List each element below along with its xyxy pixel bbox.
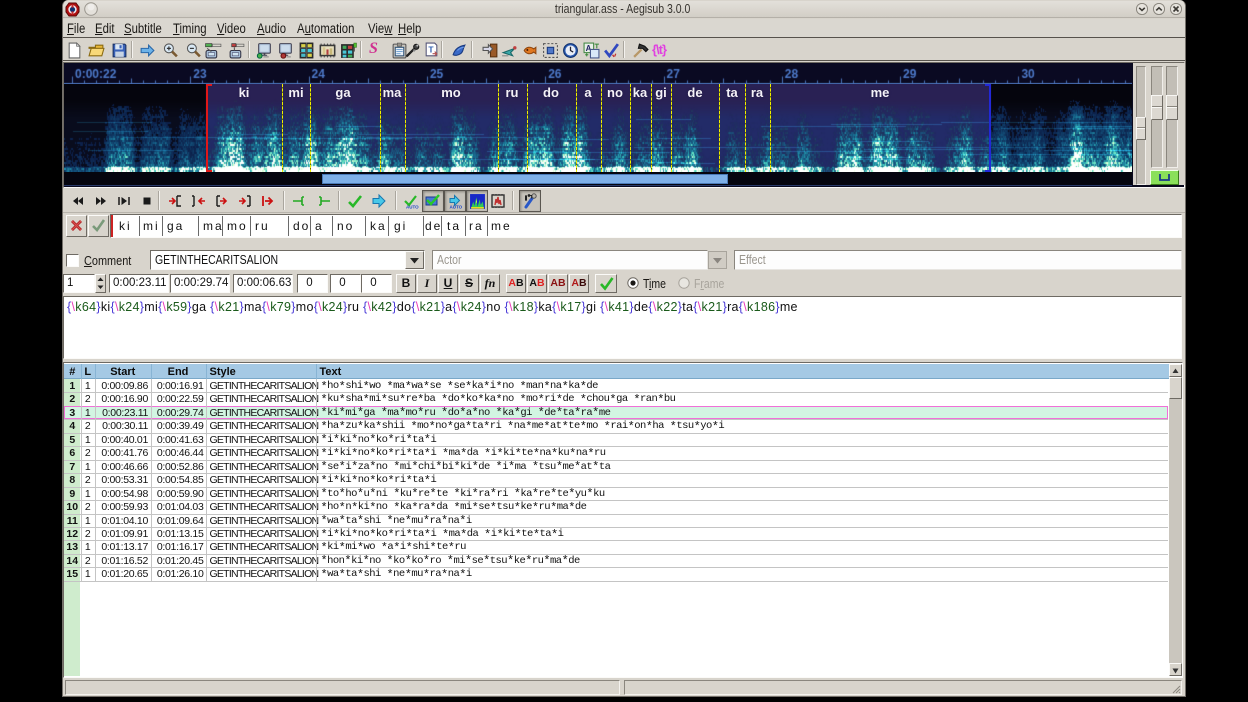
svg-text:AUTO: AUTO — [406, 205, 419, 210]
svg-text:AUTO: AUTO — [450, 205, 463, 210]
svg-text:T: T — [428, 45, 434, 55]
